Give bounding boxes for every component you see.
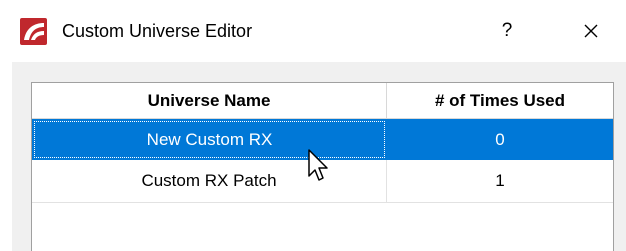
title-bar: Custom Universe Editor ? bbox=[0, 0, 626, 62]
times-used-cell[interactable]: 1 bbox=[387, 160, 613, 203]
times-used-cell[interactable]: 0 bbox=[387, 119, 613, 160]
close-icon bbox=[584, 24, 598, 38]
universe-name-cell[interactable]: Custom RX Patch bbox=[32, 160, 387, 203]
mouse-pointer-icon bbox=[308, 149, 328, 181]
column-header-times-used[interactable]: # of Times Used bbox=[387, 83, 613, 119]
app-logo-icon bbox=[20, 18, 47, 45]
window-title: Custom Universe Editor bbox=[62, 21, 253, 41]
close-button[interactable] bbox=[574, 16, 608, 46]
column-header-universe-name[interactable]: Universe Name bbox=[32, 83, 387, 119]
universe-name-cell[interactable]: New Custom RX bbox=[32, 119, 387, 160]
help-button[interactable]: ? bbox=[490, 16, 524, 46]
